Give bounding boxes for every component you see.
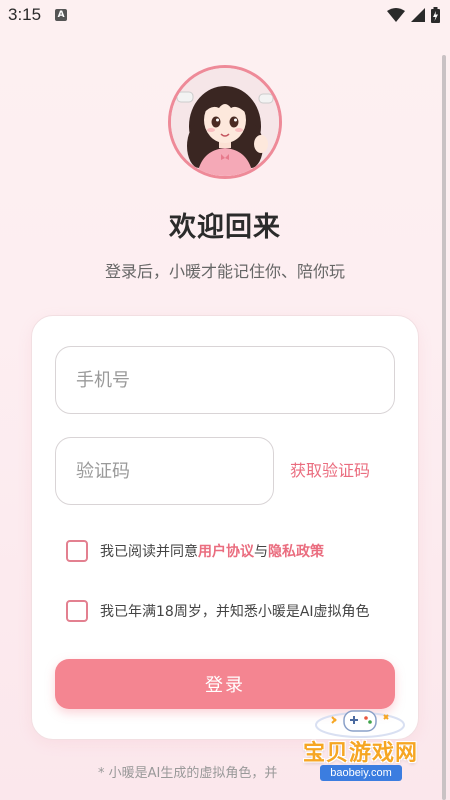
status-bar: 3:15 A (0, 0, 450, 30)
battery-charging-icon (431, 7, 440, 23)
age-confirm-label: 我已年满18周岁，并知悉小暖是AI虚拟角色 (100, 604, 370, 620)
code-field[interactable] (55, 437, 274, 505)
phone-field[interactable] (55, 346, 395, 414)
age-confirm-checkbox[interactable] (66, 600, 88, 622)
scrollbar[interactable] (442, 55, 446, 800)
code-input[interactable] (76, 460, 273, 482)
agreement-prefix: 我已阅读并同意 (100, 544, 198, 560)
avatar (168, 65, 282, 179)
a-badge-icon: A (55, 9, 68, 21)
anime-girl-avatar (171, 68, 279, 176)
footer-note: * 小暖是AI生成的虚拟角色，并 (98, 766, 278, 781)
phone-input[interactable] (76, 369, 394, 391)
watermark-title: 宝贝游戏网 (302, 741, 418, 766)
user-agreement-link[interactable]: 用户协议 (198, 541, 254, 561)
watermark-url: baobeiy.com (320, 765, 402, 781)
agreement-checkbox[interactable] (66, 540, 88, 562)
status-icons (387, 7, 440, 23)
page-title: 欢迎回来 (169, 212, 281, 243)
privacy-policy-link[interactable]: 隐私政策 (268, 541, 324, 561)
status-time: 3:15 (8, 5, 42, 24)
wifi-icon (387, 8, 405, 22)
get-code-button[interactable]: 获取验证码 (290, 457, 370, 481)
login-button[interactable]: 登录 (55, 659, 395, 709)
age-confirm-row: 我已年满18周岁，并知悉小暖是AI虚拟角色 (66, 600, 370, 622)
signal-icon (411, 8, 425, 22)
agreement-connector: 与 (254, 544, 268, 560)
agreement-row: 我已阅读并同意 用户协议 与 隐私政策 (66, 540, 324, 562)
page-subtitle: 登录后，小暖才能记住你、陪你玩 (104, 262, 345, 281)
watermark: 宝贝游戏网 baobeiy.com (298, 705, 423, 785)
gamepad-icon (315, 710, 405, 738)
